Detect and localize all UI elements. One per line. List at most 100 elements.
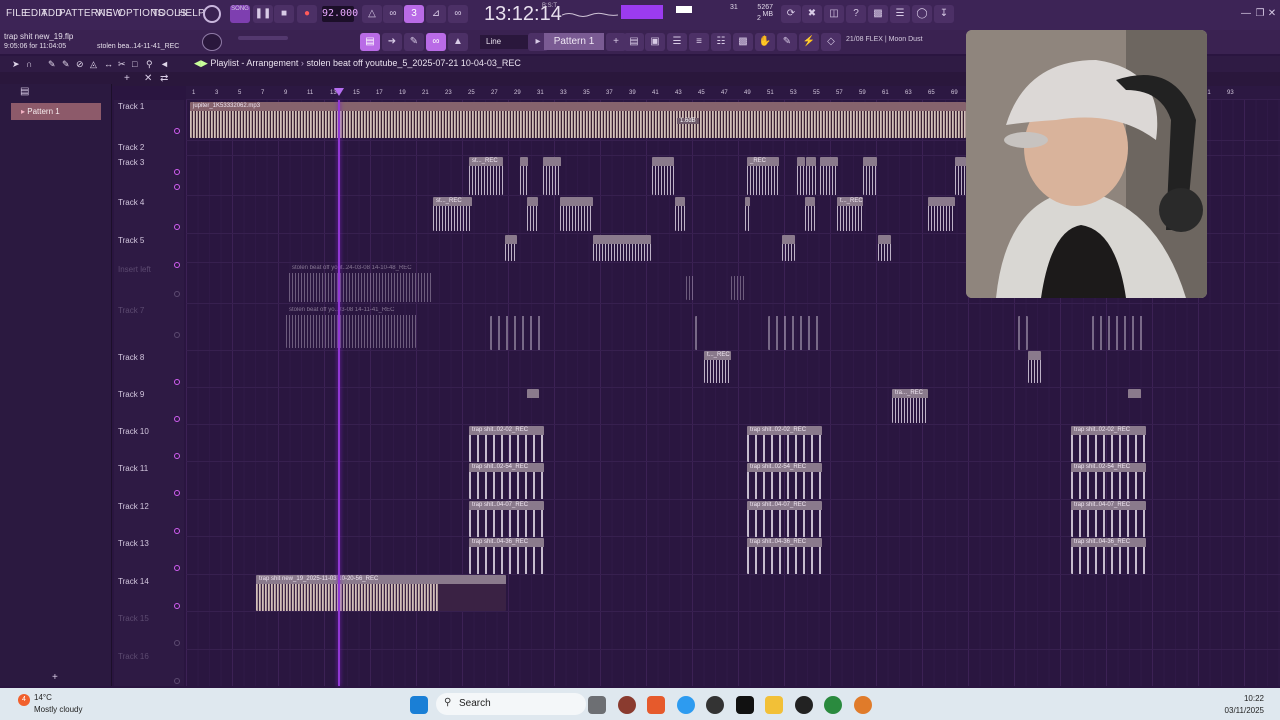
- audio-clip[interactable]: _REC: [747, 157, 779, 195]
- cart-icon[interactable]: ◇: [821, 33, 841, 51]
- audio-clip[interactable]: t..._REC: [704, 351, 731, 383]
- track-mute-dot[interactable]: [174, 490, 180, 496]
- track-label[interactable]: Track 14: [118, 577, 149, 586]
- menu-help[interactable]: HELP: [178, 8, 205, 19]
- countdown-button[interactable]: 3: [404, 5, 424, 23]
- audio-clip[interactable]: [820, 157, 838, 195]
- track-mute-dot[interactable]: [174, 291, 180, 297]
- save-icon[interactable]: ▩: [868, 5, 888, 23]
- audio-clip[interactable]: [543, 157, 561, 195]
- track-mute-dot[interactable]: [174, 678, 180, 684]
- wait-input-button[interactable]: ∞: [383, 5, 403, 23]
- paint-tool-icon[interactable]: ✎: [62, 59, 70, 70]
- track-label[interactable]: Track 4: [118, 198, 144, 207]
- pitch-knob[interactable]: [202, 33, 222, 51]
- audio-clip[interactable]: [805, 197, 815, 231]
- playback-icon[interactable]: ◄: [160, 59, 169, 69]
- pattern-selector[interactable]: Pattern 1: [544, 33, 604, 50]
- app-icon[interactable]: [618, 696, 636, 714]
- audio-clip[interactable]: [675, 197, 685, 231]
- select-icon[interactable]: □: [132, 59, 137, 69]
- track-label[interactable]: Track 8: [118, 353, 144, 362]
- audio-clip[interactable]: [1028, 351, 1041, 383]
- audio-clip[interactable]: [955, 157, 966, 195]
- track-label[interactable]: Track 16: [118, 652, 149, 661]
- explorer-icon[interactable]: [765, 696, 783, 714]
- track-mute-dot[interactable]: [174, 640, 180, 646]
- audio-clip[interactable]: [863, 157, 877, 195]
- windows-start-icon[interactable]: [410, 696, 428, 714]
- track-mute-dot[interactable]: [174, 416, 180, 422]
- track-label[interactable]: Track 7: [118, 306, 144, 315]
- tiktok-icon[interactable]: [736, 696, 754, 714]
- task-view-icon[interactable]: [588, 696, 606, 714]
- track-mute-dot[interactable]: [174, 184, 180, 190]
- audio-clip-trap[interactable]: trap shit..02-02_REC: [469, 426, 544, 462]
- audio-clip-ghost[interactable]: [695, 316, 703, 350]
- audio-clip-trap[interactable]: trap shit..04-36_REC: [747, 538, 822, 574]
- audio-clip[interactable]: [520, 157, 528, 195]
- audio-clip[interactable]: [505, 235, 517, 261]
- audio-clip-trap[interactable]: trap shit..02-54_REC: [747, 463, 822, 499]
- audio-clip-ghost[interactable]: [686, 276, 694, 300]
- audio-clip[interactable]: [745, 197, 750, 231]
- step-seq-icon[interactable]: ▣: [645, 33, 665, 51]
- mixer-button-icon[interactable]: ≡: [689, 33, 709, 51]
- audio-clip[interactable]: [527, 197, 538, 231]
- audio-clip[interactable]: [593, 235, 651, 261]
- obs-icon[interactable]: [706, 696, 724, 714]
- tempo-display[interactable]: 92.000: [322, 6, 358, 22]
- metronome-button[interactable]: △: [362, 5, 382, 23]
- magnet-icon[interactable]: ∩: [26, 59, 32, 69]
- audio-clip-trap[interactable]: trap shit..02-54_REC: [1071, 463, 1146, 499]
- stop-icon[interactable]: ■: [274, 5, 294, 23]
- piano-picker-icon[interactable]: ▤: [20, 86, 29, 97]
- paint-icon[interactable]: ✎: [777, 33, 797, 51]
- track-mute-dot[interactable]: [174, 603, 180, 609]
- draw-icon[interactable]: ✎: [48, 59, 56, 70]
- close-track-icon[interactable]: ✕: [144, 73, 152, 84]
- slip-icon[interactable]: ↔: [104, 59, 113, 69]
- playlist-icon[interactable]: ▤: [624, 33, 644, 51]
- chat-icon[interactable]: ◯: [912, 5, 932, 23]
- audio-clip[interactable]: [560, 197, 593, 231]
- audio-clip[interactable]: t..._REC: [837, 197, 863, 231]
- microphone-icon[interactable]: ◫: [824, 5, 844, 23]
- master-volume-knob[interactable]: [203, 5, 221, 23]
- link-icon[interactable]: ∞: [426, 33, 446, 51]
- track-label[interactable]: Track 1: [118, 102, 144, 111]
- track-mute-dot[interactable]: [174, 128, 180, 134]
- track-label[interactable]: Track 2: [118, 143, 144, 152]
- track-label[interactable]: Insert left: [118, 265, 151, 274]
- blend-notes-button[interactable]: ⊿: [426, 5, 446, 23]
- track-mute-dot[interactable]: [174, 332, 180, 338]
- track-label[interactable]: Track 10: [118, 427, 149, 436]
- app2-icon[interactable]: [795, 696, 813, 714]
- track-mute-dot[interactable]: [174, 453, 180, 459]
- audio-clip[interactable]: [928, 197, 955, 231]
- audio-clip[interactable]: [878, 235, 891, 261]
- weather-temp[interactable]: 14°C: [34, 693, 52, 702]
- loop-record-button[interactable]: ∞: [448, 5, 468, 23]
- help-icon[interactable]: ?: [846, 5, 866, 23]
- audio-clip[interactable]: st..._REC: [433, 197, 472, 231]
- audio-clip[interactable]: [527, 389, 539, 413]
- audio-clip-trap-new[interactable]: trap shit new_19_2025-11-03 10-20-56_REC: [256, 575, 506, 611]
- playhead-marker[interactable]: [334, 88, 344, 96]
- fl-studio-icon[interactable]: [854, 696, 872, 714]
- picker-pattern-1[interactable]: ▸ Pattern 1: [11, 103, 101, 120]
- arrow-icon[interactable]: ➤: [12, 59, 20, 70]
- flex-preset-label[interactable]: 21/08 FLEX | Moon Dust: [846, 36, 923, 43]
- plug-icon[interactable]: ⚡: [799, 33, 819, 51]
- audio-clip[interactable]: [797, 157, 805, 195]
- master-pitch-slider[interactable]: [238, 36, 288, 40]
- slice-icon[interactable]: ✂: [118, 59, 126, 70]
- pencil-icon[interactable]: ✎: [404, 33, 424, 51]
- record-icon[interactable]: ●: [297, 5, 317, 23]
- song-mode-toggle[interactable]: SONG: [230, 5, 250, 23]
- download-icon[interactable]: ↧: [934, 5, 954, 23]
- audio-clip-trap[interactable]: trap shit..04-36_REC: [1071, 538, 1146, 574]
- zoom-icon[interactable]: ⚲: [146, 59, 153, 70]
- delete-icon[interactable]: ⊘: [76, 59, 84, 70]
- audio-clip-trap[interactable]: trap shit..04-07_REC: [1071, 501, 1146, 537]
